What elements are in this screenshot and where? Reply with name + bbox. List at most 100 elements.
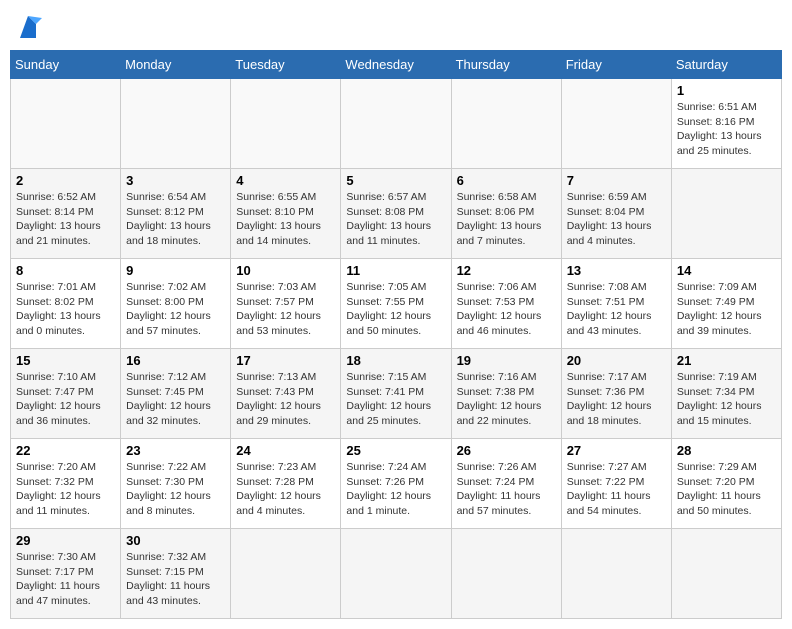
week-row-5: 22Sunrise: 7:20 AM Sunset: 7:32 PM Dayli… [11, 439, 782, 529]
day-info: Sunrise: 7:15 AM Sunset: 7:41 PM Dayligh… [346, 370, 445, 429]
calendar-cell: 1 Sunrise: 6:51 AM Sunset: 8:16 PM Daylig… [671, 79, 781, 169]
day-number: 16 [126, 353, 225, 368]
day-number: 9 [126, 263, 225, 278]
calendar-cell [341, 79, 451, 169]
calendar-cell: 3 Sunrise: 6:54 AM Sunset: 8:12 PM Daylig… [121, 169, 231, 259]
calendar-cell: 22Sunrise: 7:20 AM Sunset: 7:32 PM Dayli… [11, 439, 121, 529]
calendar-cell: 16Sunrise: 7:12 AM Sunset: 7:45 PM Dayli… [121, 349, 231, 439]
day-number: 2 [16, 173, 115, 188]
calendar-cell: 2 Sunrise: 6:52 AM Sunset: 8:14 PM Daylig… [11, 169, 121, 259]
day-info: Sunrise: 7:19 AM Sunset: 7:34 PM Dayligh… [677, 370, 776, 429]
calendar-cell [671, 529, 781, 619]
day-number: 4 [236, 173, 335, 188]
calendar-cell [11, 79, 121, 169]
day-number: 10 [236, 263, 335, 278]
col-header-monday: Monday [121, 51, 231, 79]
calendar-cell: 6 Sunrise: 6:58 AM Sunset: 8:06 PM Daylig… [451, 169, 561, 259]
day-info: Sunrise: 7:03 AM Sunset: 7:57 PM Dayligh… [236, 280, 335, 339]
week-row-2: 2 Sunrise: 6:52 AM Sunset: 8:14 PM Daylig… [11, 169, 782, 259]
day-info: Sunrise: 6:55 AM Sunset: 8:10 PM Dayligh… [236, 190, 335, 249]
day-info: Sunrise: 7:05 AM Sunset: 7:55 PM Dayligh… [346, 280, 445, 339]
day-number: 5 [346, 173, 445, 188]
day-number: 18 [346, 353, 445, 368]
day-info: Sunrise: 7:29 AM Sunset: 7:20 PM Dayligh… [677, 460, 776, 519]
day-info: Sunrise: 7:26 AM Sunset: 7:24 PM Dayligh… [457, 460, 556, 519]
day-info: Sunrise: 6:59 AM Sunset: 8:04 PM Dayligh… [567, 190, 666, 249]
logo [10, 14, 42, 42]
day-info: Sunrise: 7:16 AM Sunset: 7:38 PM Dayligh… [457, 370, 556, 429]
day-info: Sunrise: 7:08 AM Sunset: 7:51 PM Dayligh… [567, 280, 666, 339]
day-info: Sunrise: 7:22 AM Sunset: 7:30 PM Dayligh… [126, 460, 225, 519]
week-row-3: 8 Sunrise: 7:01 AM Sunset: 8:02 PM Daylig… [11, 259, 782, 349]
day-info: Sunrise: 7:09 AM Sunset: 7:49 PM Dayligh… [677, 280, 776, 339]
day-number: 26 [457, 443, 556, 458]
day-info: Sunrise: 6:51 AM Sunset: 8:16 PM Dayligh… [677, 100, 776, 159]
calendar-cell: 14 Sunrise: 7:09 AM Sunset: 7:49 PM Dayli… [671, 259, 781, 349]
day-info: Sunrise: 6:57 AM Sunset: 8:08 PM Dayligh… [346, 190, 445, 249]
calendar-cell: 11 Sunrise: 7:05 AM Sunset: 7:55 PM Dayli… [341, 259, 451, 349]
calendar-cell: 4 Sunrise: 6:55 AM Sunset: 8:10 PM Daylig… [231, 169, 341, 259]
day-number: 24 [236, 443, 335, 458]
day-number: 25 [346, 443, 445, 458]
week-row-4: 15Sunrise: 7:10 AM Sunset: 7:47 PM Dayli… [11, 349, 782, 439]
col-header-sunday: Sunday [11, 51, 121, 79]
day-info: Sunrise: 7:06 AM Sunset: 7:53 PM Dayligh… [457, 280, 556, 339]
day-number: 12 [457, 263, 556, 278]
calendar-cell [231, 79, 341, 169]
calendar-cell: 9 Sunrise: 7:02 AM Sunset: 8:00 PM Daylig… [121, 259, 231, 349]
header-row: SundayMondayTuesdayWednesdayThursdayFrid… [11, 51, 782, 79]
day-info: Sunrise: 7:20 AM Sunset: 7:32 PM Dayligh… [16, 460, 115, 519]
day-info: Sunrise: 7:17 AM Sunset: 7:36 PM Dayligh… [567, 370, 666, 429]
day-number: 29 [16, 533, 115, 548]
day-info: Sunrise: 7:23 AM Sunset: 7:28 PM Dayligh… [236, 460, 335, 519]
calendar-cell: 23 Sunrise: 7:22 AM Sunset: 7:30 PM Dayli… [121, 439, 231, 529]
day-info: Sunrise: 7:01 AM Sunset: 8:02 PM Dayligh… [16, 280, 115, 339]
calendar-cell: 8 Sunrise: 7:01 AM Sunset: 8:02 PM Daylig… [11, 259, 121, 349]
calendar-cell: 10 Sunrise: 7:03 AM Sunset: 7:57 PM Dayli… [231, 259, 341, 349]
day-number: 11 [346, 263, 445, 278]
day-number: 19 [457, 353, 556, 368]
day-number: 1 [677, 83, 776, 98]
calendar-cell [561, 529, 671, 619]
calendar-cell: 13Sunrise: 7:08 AM Sunset: 7:51 PM Dayli… [561, 259, 671, 349]
calendar-cell: 12 Sunrise: 7:06 AM Sunset: 7:53 PM Dayli… [451, 259, 561, 349]
day-info: Sunrise: 6:54 AM Sunset: 8:12 PM Dayligh… [126, 190, 225, 249]
day-number: 6 [457, 173, 556, 188]
col-header-friday: Friday [561, 51, 671, 79]
day-number: 3 [126, 173, 225, 188]
calendar-cell [561, 79, 671, 169]
page: SundayMondayTuesdayWednesdayThursdayFrid… [10, 10, 782, 619]
calendar-cell [451, 529, 561, 619]
day-number: 28 [677, 443, 776, 458]
calendar-cell: 29 Sunrise: 7:30 AM Sunset: 7:17 PM Dayli… [11, 529, 121, 619]
day-number: 20 [567, 353, 666, 368]
header [10, 10, 782, 42]
calendar-cell: 26 Sunrise: 7:26 AM Sunset: 7:24 PM Dayli… [451, 439, 561, 529]
day-number: 8 [16, 263, 115, 278]
calendar-cell: 19 Sunrise: 7:16 AM Sunset: 7:38 PM Dayli… [451, 349, 561, 439]
day-number: 21 [677, 353, 776, 368]
day-number: 23 [126, 443, 225, 458]
day-number: 14 [677, 263, 776, 278]
day-number: 17 [236, 353, 335, 368]
day-info: Sunrise: 6:58 AM Sunset: 8:06 PM Dayligh… [457, 190, 556, 249]
week-row-6: 29 Sunrise: 7:30 AM Sunset: 7:17 PM Dayli… [11, 529, 782, 619]
day-info: Sunrise: 6:52 AM Sunset: 8:14 PM Dayligh… [16, 190, 115, 249]
calendar-cell [341, 529, 451, 619]
calendar-table: SundayMondayTuesdayWednesdayThursdayFrid… [10, 50, 782, 619]
day-info: Sunrise: 7:02 AM Sunset: 8:00 PM Dayligh… [126, 280, 225, 339]
day-number: 30 [126, 533, 225, 548]
day-info: Sunrise: 7:24 AM Sunset: 7:26 PM Dayligh… [346, 460, 445, 519]
calendar-cell: 7 Sunrise: 6:59 AM Sunset: 8:04 PM Daylig… [561, 169, 671, 259]
day-number: 27 [567, 443, 666, 458]
col-header-wednesday: Wednesday [341, 51, 451, 79]
calendar-cell: 21 Sunrise: 7:19 AM Sunset: 7:34 PM Dayli… [671, 349, 781, 439]
day-number: 7 [567, 173, 666, 188]
day-info: Sunrise: 7:30 AM Sunset: 7:17 PM Dayligh… [16, 550, 115, 609]
calendar-cell: 30Sunrise: 7:32 AM Sunset: 7:15 PM Dayli… [121, 529, 231, 619]
calendar-cell: 17Sunrise: 7:13 AM Sunset: 7:43 PM Dayli… [231, 349, 341, 439]
calendar-cell: 20 Sunrise: 7:17 AM Sunset: 7:36 PM Dayli… [561, 349, 671, 439]
week-row-1: 1 Sunrise: 6:51 AM Sunset: 8:16 PM Daylig… [11, 79, 782, 169]
col-header-thursday: Thursday [451, 51, 561, 79]
calendar-cell [671, 169, 781, 259]
